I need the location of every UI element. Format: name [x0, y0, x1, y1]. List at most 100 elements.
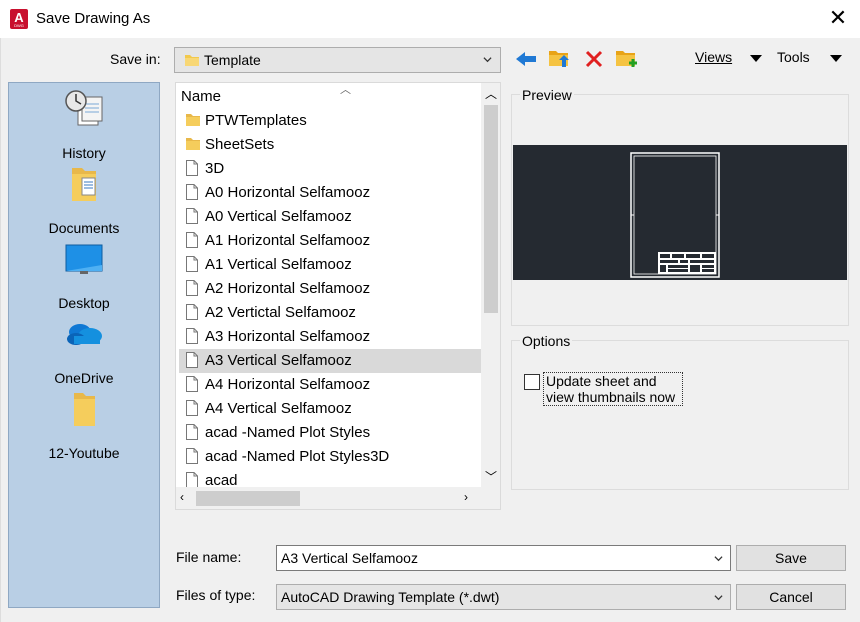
file-row[interactable]: A4 Horizontal Selfamooz — [179, 373, 481, 397]
file-row[interactable]: A0 Vertical Selfamooz — [179, 205, 481, 229]
file-row[interactable]: A2 Vertictal Selfamooz — [179, 301, 481, 325]
place-12-youtube-label: 12-Youtube — [48, 445, 120, 461]
scroll-down-icon[interactable]: ﹀ — [485, 468, 497, 485]
vertical-scrollbar[interactable]: ︿ ﹀ — [481, 83, 500, 487]
file-icon — [186, 304, 198, 320]
options-label: Options — [520, 333, 573, 349]
scroll-up-icon[interactable]: ︿ — [485, 85, 497, 102]
window-title: Save Drawing As — [36, 10, 151, 27]
file-name-label: File name: — [176, 549, 242, 565]
place-documents-label: Documents — [48, 220, 120, 236]
file-row[interactable]: 3D — [179, 157, 481, 181]
file-name-text: A1 Vertical Selfamooz — [205, 256, 352, 273]
file-name-text: SheetSets — [205, 136, 275, 153]
files-of-type-label: Files of type: — [176, 587, 256, 603]
file-icon — [186, 160, 198, 180]
file-row[interactable]: A1 Horizontal Selfamooz — [179, 229, 481, 253]
update-thumbnails-checkbox[interactable] — [524, 374, 540, 390]
file-icon — [186, 184, 198, 200]
file-icon — [186, 400, 198, 416]
file-row[interactable]: A2 Horizontal Selfamooz — [179, 277, 481, 301]
place-onedrive[interactable]: OneDrive — [9, 314, 159, 389]
place-12-youtube[interactable]: 12-Youtube — [9, 389, 159, 464]
horizontal-scrollbar[interactable]: ‹ › — [176, 487, 481, 509]
file-list[interactable]: ︿ Name PTWTemplates SheetSets 3D A0 Horizon… — [175, 82, 501, 510]
back-button[interactable] — [513, 47, 539, 71]
autocad-app-icon: A DWG — [10, 9, 28, 29]
cancel-button[interactable]: Cancel — [736, 584, 846, 610]
drawing-preview-image — [630, 152, 720, 278]
file-row[interactable]: A3 Horizontal Selfamooz — [179, 325, 481, 349]
file-icon — [186, 424, 198, 444]
file-name-text: A0 Vertical Selfamooz — [205, 208, 352, 225]
up-one-level-button[interactable] — [546, 46, 572, 70]
tools-menu-button[interactable]: Tools — [777, 49, 810, 65]
file-row[interactable]: A1 Vertical Selfamooz — [179, 253, 481, 277]
file-icon — [186, 400, 198, 420]
save-in-value: Template — [204, 52, 261, 68]
update-thumbnails-label[interactable]: Update sheet and view thumbnails now — [543, 372, 683, 406]
place-documents[interactable]: Documents — [9, 164, 159, 239]
file-name-text: A2 Horizontal Selfamooz — [205, 280, 371, 297]
file-name-text: A2 Vertictal Selfamooz — [205, 304, 356, 321]
views-menu-button[interactable]: Views — [695, 49, 732, 65]
file-icon — [186, 352, 198, 372]
file-row[interactable]: A0 Horizontal Selfamooz — [179, 181, 481, 205]
file-name-text: acad -Named Plot Styles3D — [205, 448, 390, 465]
file-name-input[interactable]: A3 Vertical Selfamooz — [276, 545, 731, 571]
file-row[interactable]: acad -Named Plot Styles3D — [179, 445, 481, 469]
save-button[interactable]: Save — [736, 545, 846, 571]
folder-row[interactable]: SheetSets — [179, 133, 481, 157]
file-row[interactable]: A3 Vertical Selfamooz — [179, 349, 481, 373]
title-bar: A DWG Save Drawing As ✕ — [0, 0, 860, 38]
folder-icon — [186, 114, 200, 126]
chevron-down-icon[interactable] — [714, 593, 723, 602]
app-icon-sub: DWG — [14, 23, 24, 28]
file-name-text: A3 Vertical Selfamooz — [205, 352, 352, 369]
file-icon — [186, 376, 198, 392]
file-icon — [186, 160, 198, 176]
scroll-right-icon[interactable]: › — [464, 490, 468, 504]
chevron-down-icon — [483, 57, 492, 63]
close-button[interactable]: ✕ — [820, 4, 856, 34]
file-icon — [186, 352, 198, 368]
file-name-text: A3 Horizontal Selfamooz — [205, 328, 371, 345]
new-folder-icon — [616, 51, 637, 67]
place-onedrive-label: OneDrive — [54, 370, 114, 386]
file-icon — [186, 232, 198, 252]
chevron-down-icon[interactable] — [714, 554, 723, 563]
tools-label: Tools — [777, 49, 810, 65]
delete-button[interactable] — [581, 47, 607, 71]
create-new-folder-button[interactable] — [614, 46, 640, 70]
place-history-label: History — [62, 145, 106, 161]
folder-row[interactable]: PTWTemplates — [179, 109, 481, 133]
file-name-value: A3 Vertical Selfamooz — [281, 550, 418, 566]
file-icon — [186, 280, 198, 300]
files-of-type-select[interactable]: AutoCAD Drawing Template (*.dwt) — [276, 584, 731, 610]
preview-label: Preview — [520, 87, 574, 103]
tools-dropdown-icon[interactable] — [830, 55, 842, 62]
horizontal-scroll-thumb[interactable] — [196, 491, 300, 506]
vertical-scroll-thumb[interactable] — [484, 105, 498, 313]
save-in-combo[interactable]: Template — [174, 47, 501, 73]
options-group — [511, 340, 849, 490]
place-desktop[interactable]: Desktop — [9, 239, 159, 314]
place-desktop-label: Desktop — [58, 295, 110, 311]
folder-icon — [186, 136, 200, 154]
desktop-icon — [65, 244, 103, 274]
file-row[interactable]: acad -Named Plot Styles — [179, 421, 481, 445]
file-icon — [186, 208, 198, 224]
file-name-text: A1 Horizontal Selfamooz — [205, 232, 371, 249]
place-history[interactable]: History — [9, 89, 159, 164]
file-icon — [186, 328, 198, 348]
file-icon — [186, 256, 198, 276]
file-icon — [186, 184, 198, 204]
file-name-text: PTWTemplates — [205, 112, 307, 129]
file-row[interactable]: A4 Vertical Selfamooz — [179, 397, 481, 421]
views-dropdown-icon[interactable] — [750, 55, 762, 62]
files-of-type-value: AutoCAD Drawing Template (*.dwt) — [281, 589, 500, 605]
column-header-name[interactable]: ︿ Name — [176, 83, 481, 109]
folder-icon — [186, 138, 200, 150]
up-folder-icon — [549, 51, 569, 67]
scroll-left-icon[interactable]: ‹ — [180, 490, 184, 504]
